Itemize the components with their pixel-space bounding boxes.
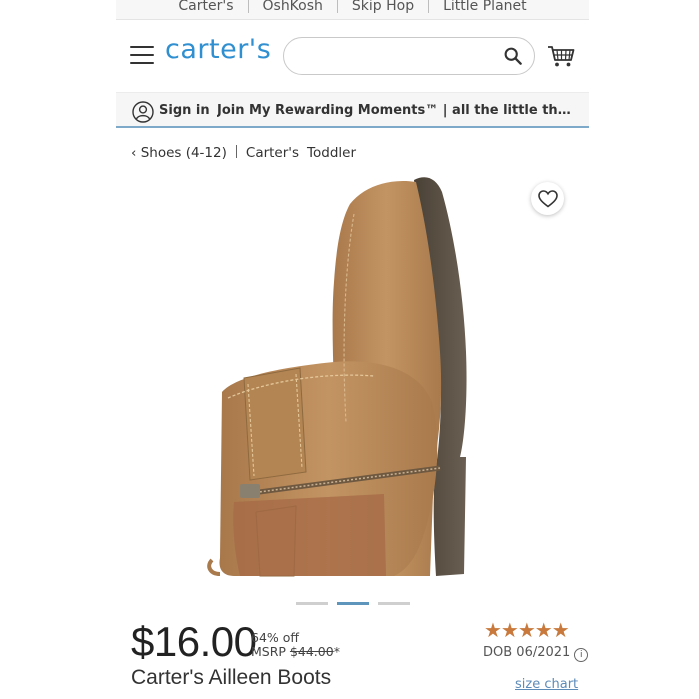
msrp-row: MSRP $44.00* xyxy=(251,645,340,659)
product-name: Carter's Ailleen Boots xyxy=(131,666,332,689)
carousel-dot-active[interactable] xyxy=(337,602,369,605)
rating-stars[interactable]: ★★★★★ xyxy=(484,618,570,642)
dob-info: DOB 06/2021 i xyxy=(483,645,589,662)
site-header: carter's xyxy=(116,20,589,92)
breadcrumb-category-link[interactable]: Toddler xyxy=(307,145,356,161)
search-input[interactable] xyxy=(298,38,502,74)
cart-icon[interactable] xyxy=(547,44,575,68)
carousel-indicator xyxy=(296,602,410,605)
sign-in-link[interactable]: Sign in xyxy=(159,103,210,118)
dob-text: DOB 06/2021 xyxy=(483,645,571,660)
breadcrumb: ‹ Shoes (4-12) Carter's Toddler xyxy=(131,145,356,161)
info-icon[interactable]: i xyxy=(574,648,589,662)
brand-link-carters[interactable]: Carter's xyxy=(164,0,247,14)
favorite-button[interactable] xyxy=(531,182,564,215)
size-chart-link[interactable]: size chart xyxy=(515,677,578,692)
msrp-asterisk: * xyxy=(333,644,340,659)
product-image-boot[interactable] xyxy=(204,172,500,584)
discount-percent: 64% off xyxy=(251,630,300,645)
msrp-label: MSRP xyxy=(251,644,286,659)
right-margin xyxy=(583,0,699,699)
product-price: $16.00 xyxy=(131,618,257,665)
heart-icon xyxy=(537,189,558,208)
brand-link-skip-hop[interactable]: Skip Hop xyxy=(338,0,428,14)
breadcrumb-divider xyxy=(235,145,237,158)
carters-logo[interactable]: carter's xyxy=(165,34,271,65)
rewards-bar: Sign in Join My Rewarding Moments™ | all… xyxy=(116,92,589,128)
brand-bar: Carter's OshKosh Skip Hop Little Planet xyxy=(116,0,589,20)
rewards-promo-link[interactable]: Join My Rewarding Moments™ | all the lit… xyxy=(217,103,573,118)
msrp-value: $44.00 xyxy=(289,644,334,659)
breadcrumb-brand-link[interactable]: Carter's xyxy=(246,145,299,161)
user-circle-icon[interactable] xyxy=(132,101,154,123)
product-page: Carter's OshKosh Skip Hop Little Planet … xyxy=(116,0,589,699)
left-margin xyxy=(0,0,116,699)
carousel-dot[interactable] xyxy=(296,602,328,605)
discount-info: 64% off MSRP $44.00* xyxy=(251,631,340,659)
search-icon[interactable] xyxy=(504,47,522,65)
search-box[interactable] xyxy=(283,37,535,75)
breadcrumb-back-link[interactable]: ‹ Shoes (4-12) xyxy=(131,145,227,161)
brand-link-little-planet[interactable]: Little Planet xyxy=(429,0,541,14)
hamburger-icon[interactable] xyxy=(130,46,154,66)
carousel-dot[interactable] xyxy=(378,602,410,605)
brand-link-oshkosh[interactable]: OshKosh xyxy=(249,0,337,14)
